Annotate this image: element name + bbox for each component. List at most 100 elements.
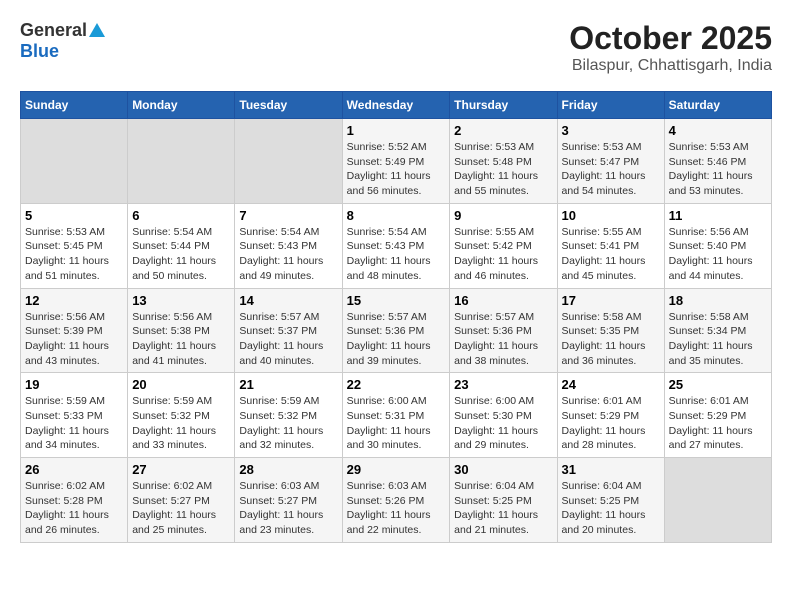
day-number: 18	[669, 293, 767, 308]
day-number: 2	[454, 123, 552, 138]
calendar-cell: 8 Sunrise: 5:54 AMSunset: 5:43 PMDayligh…	[342, 203, 450, 288]
calendar-cell: 25 Sunrise: 6:01 AMSunset: 5:29 PMDaylig…	[664, 373, 771, 458]
day-info: Sunrise: 5:52 AMSunset: 5:49 PMDaylight:…	[347, 141, 431, 197]
day-info: Sunrise: 6:00 AMSunset: 5:31 PMDaylight:…	[347, 395, 431, 451]
day-info: Sunrise: 5:57 AMSunset: 5:37 PMDaylight:…	[239, 311, 323, 367]
day-number: 22	[347, 377, 446, 392]
day-info: Sunrise: 5:59 AMSunset: 5:32 PMDaylight:…	[239, 395, 323, 451]
day-info: Sunrise: 5:54 AMSunset: 5:43 PMDaylight:…	[347, 226, 431, 282]
day-number: 29	[347, 462, 446, 477]
header-thursday: Thursday	[450, 92, 557, 119]
day-info: Sunrise: 5:53 AMSunset: 5:48 PMDaylight:…	[454, 141, 538, 197]
calendar-cell: 29 Sunrise: 6:03 AMSunset: 5:26 PMDaylig…	[342, 458, 450, 543]
day-number: 7	[239, 208, 337, 223]
day-number: 16	[454, 293, 552, 308]
logo-blue: Blue	[20, 41, 59, 62]
calendar-cell: 2 Sunrise: 5:53 AMSunset: 5:48 PMDayligh…	[450, 119, 557, 204]
day-info: Sunrise: 5:55 AMSunset: 5:42 PMDaylight:…	[454, 226, 538, 282]
calendar-cell: 26 Sunrise: 6:02 AMSunset: 5:28 PMDaylig…	[21, 458, 128, 543]
logo: General Blue	[20, 20, 106, 62]
calendar-week-2: 5 Sunrise: 5:53 AMSunset: 5:45 PMDayligh…	[21, 203, 772, 288]
calendar-cell: 9 Sunrise: 5:55 AMSunset: 5:42 PMDayligh…	[450, 203, 557, 288]
calendar-cell: 15 Sunrise: 5:57 AMSunset: 5:36 PMDaylig…	[342, 288, 450, 373]
day-number: 24	[562, 377, 660, 392]
day-number: 1	[347, 123, 446, 138]
day-number: 3	[562, 123, 660, 138]
calendar-cell	[21, 119, 128, 204]
calendar-cell: 21 Sunrise: 5:59 AMSunset: 5:32 PMDaylig…	[235, 373, 342, 458]
day-info: Sunrise: 5:58 AMSunset: 5:34 PMDaylight:…	[669, 311, 753, 367]
day-number: 12	[25, 293, 123, 308]
day-number: 4	[669, 123, 767, 138]
day-info: Sunrise: 5:53 AMSunset: 5:46 PMDaylight:…	[669, 141, 753, 197]
calendar-cell: 31 Sunrise: 6:04 AMSunset: 5:25 PMDaylig…	[557, 458, 664, 543]
calendar-week-1: 1 Sunrise: 5:52 AMSunset: 5:49 PMDayligh…	[21, 119, 772, 204]
day-number: 13	[132, 293, 230, 308]
day-number: 8	[347, 208, 446, 223]
day-info: Sunrise: 5:53 AMSunset: 5:47 PMDaylight:…	[562, 141, 646, 197]
day-number: 19	[25, 377, 123, 392]
day-number: 17	[562, 293, 660, 308]
day-info: Sunrise: 6:01 AMSunset: 5:29 PMDaylight:…	[669, 395, 753, 451]
calendar-cell: 18 Sunrise: 5:58 AMSunset: 5:34 PMDaylig…	[664, 288, 771, 373]
calendar-week-5: 26 Sunrise: 6:02 AMSunset: 5:28 PMDaylig…	[21, 458, 772, 543]
day-number: 11	[669, 208, 767, 223]
logo-general: General	[20, 20, 87, 41]
day-number: 9	[454, 208, 552, 223]
calendar-cell: 4 Sunrise: 5:53 AMSunset: 5:46 PMDayligh…	[664, 119, 771, 204]
calendar-cell: 13 Sunrise: 5:56 AMSunset: 5:38 PMDaylig…	[128, 288, 235, 373]
calendar-cell: 30 Sunrise: 6:04 AMSunset: 5:25 PMDaylig…	[450, 458, 557, 543]
day-number: 10	[562, 208, 660, 223]
day-number: 28	[239, 462, 337, 477]
calendar-cell	[128, 119, 235, 204]
header-monday: Monday	[128, 92, 235, 119]
calendar-cell: 24 Sunrise: 6:01 AMSunset: 5:29 PMDaylig…	[557, 373, 664, 458]
day-info: Sunrise: 5:56 AMSunset: 5:40 PMDaylight:…	[669, 226, 753, 282]
day-number: 31	[562, 462, 660, 477]
header-friday: Friday	[557, 92, 664, 119]
day-number: 20	[132, 377, 230, 392]
day-info: Sunrise: 5:56 AMSunset: 5:38 PMDaylight:…	[132, 311, 216, 367]
day-number: 5	[25, 208, 123, 223]
calendar-cell: 28 Sunrise: 6:03 AMSunset: 5:27 PMDaylig…	[235, 458, 342, 543]
calendar-cell: 22 Sunrise: 6:00 AMSunset: 5:31 PMDaylig…	[342, 373, 450, 458]
day-info: Sunrise: 5:55 AMSunset: 5:41 PMDaylight:…	[562, 226, 646, 282]
header-sunday: Sunday	[21, 92, 128, 119]
header-wednesday: Wednesday	[342, 92, 450, 119]
calendar-cell: 23 Sunrise: 6:00 AMSunset: 5:30 PMDaylig…	[450, 373, 557, 458]
calendar-cell	[664, 458, 771, 543]
day-number: 27	[132, 462, 230, 477]
calendar-cell: 14 Sunrise: 5:57 AMSunset: 5:37 PMDaylig…	[235, 288, 342, 373]
header: General Blue October 2025 Bilaspur, Chha…	[20, 20, 772, 75]
day-info: Sunrise: 5:58 AMSunset: 5:35 PMDaylight:…	[562, 311, 646, 367]
day-info: Sunrise: 5:57 AMSunset: 5:36 PMDaylight:…	[454, 311, 538, 367]
day-number: 30	[454, 462, 552, 477]
logo-icon	[88, 21, 106, 39]
day-info: Sunrise: 6:00 AMSunset: 5:30 PMDaylight:…	[454, 395, 538, 451]
calendar-cell: 7 Sunrise: 5:54 AMSunset: 5:43 PMDayligh…	[235, 203, 342, 288]
calendar-cell	[235, 119, 342, 204]
day-info: Sunrise: 6:03 AMSunset: 5:27 PMDaylight:…	[239, 480, 323, 536]
day-number: 26	[25, 462, 123, 477]
calendar-cell: 6 Sunrise: 5:54 AMSunset: 5:44 PMDayligh…	[128, 203, 235, 288]
calendar-cell: 19 Sunrise: 5:59 AMSunset: 5:33 PMDaylig…	[21, 373, 128, 458]
header-tuesday: Tuesday	[235, 92, 342, 119]
day-info: Sunrise: 6:04 AMSunset: 5:25 PMDaylight:…	[562, 480, 646, 536]
day-number: 23	[454, 377, 552, 392]
day-info: Sunrise: 5:56 AMSunset: 5:39 PMDaylight:…	[25, 311, 109, 367]
calendar-cell: 3 Sunrise: 5:53 AMSunset: 5:47 PMDayligh…	[557, 119, 664, 204]
title-area: October 2025 Bilaspur, Chhattisgarh, Ind…	[569, 20, 772, 75]
day-info: Sunrise: 6:02 AMSunset: 5:27 PMDaylight:…	[132, 480, 216, 536]
calendar-cell: 27 Sunrise: 6:02 AMSunset: 5:27 PMDaylig…	[128, 458, 235, 543]
day-info: Sunrise: 5:59 AMSunset: 5:33 PMDaylight:…	[25, 395, 109, 451]
day-info: Sunrise: 6:04 AMSunset: 5:25 PMDaylight:…	[454, 480, 538, 536]
day-number: 25	[669, 377, 767, 392]
calendar-title: October 2025	[569, 20, 772, 57]
calendar-cell: 12 Sunrise: 5:56 AMSunset: 5:39 PMDaylig…	[21, 288, 128, 373]
day-info: Sunrise: 6:02 AMSunset: 5:28 PMDaylight:…	[25, 480, 109, 536]
calendar-cell: 1 Sunrise: 5:52 AMSunset: 5:49 PMDayligh…	[342, 119, 450, 204]
day-info: Sunrise: 5:57 AMSunset: 5:36 PMDaylight:…	[347, 311, 431, 367]
calendar-subtitle: Bilaspur, Chhattisgarh, India	[569, 57, 772, 75]
day-info: Sunrise: 6:01 AMSunset: 5:29 PMDaylight:…	[562, 395, 646, 451]
calendar-cell: 11 Sunrise: 5:56 AMSunset: 5:40 PMDaylig…	[664, 203, 771, 288]
